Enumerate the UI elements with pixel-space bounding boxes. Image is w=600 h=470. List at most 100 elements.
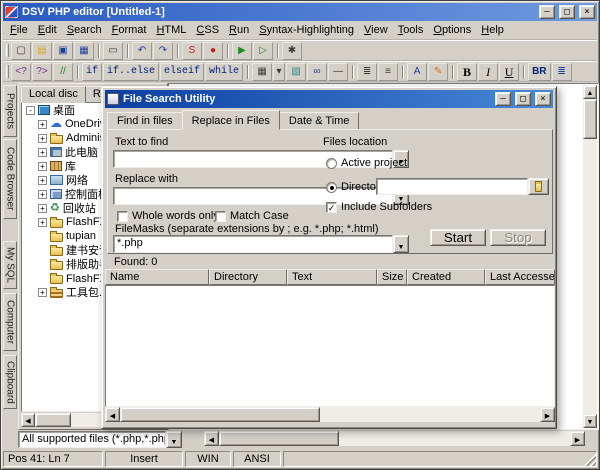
results-column-header[interactable]: Name	[105, 269, 209, 285]
results-column-header[interactable]: Last Accessed	[485, 269, 555, 285]
undo-button[interactable]: ↶	[132, 42, 152, 60]
numbered-list-button[interactable]: ≡	[378, 63, 398, 81]
menu-item[interactable]: Tools	[393, 22, 429, 38]
menu-item[interactable]: Edit	[33, 22, 62, 38]
tree-expander-icon[interactable]: +	[38, 288, 47, 297]
tree-expander-icon[interactable]: +	[38, 134, 47, 143]
dialog-tab[interactable]: Replace in Files	[182, 110, 280, 130]
dialog-titlebar[interactable]: File Search Utility — □ ×	[105, 90, 553, 108]
dialog-maximize-button[interactable]: □	[515, 92, 531, 106]
save-all-button[interactable]: ▦	[74, 42, 94, 60]
if-button[interactable]: if	[82, 63, 102, 81]
if-else-button[interactable]: if..else	[103, 63, 159, 81]
file-browser-tab[interactable]: Local disc	[21, 86, 86, 103]
while-button[interactable]: while	[205, 63, 243, 81]
tree-expander-icon[interactable]: +	[38, 176, 47, 185]
menu-item[interactable]: File	[5, 22, 33, 38]
run-button[interactable]: ▶	[232, 42, 252, 60]
menu-item[interactable]: Help	[476, 22, 509, 38]
results-list[interactable]	[105, 285, 555, 407]
dialog-close-button[interactable]: ×	[535, 92, 551, 106]
bullet-list-button[interactable]: ≣	[357, 63, 377, 81]
results-column-header[interactable]: Text	[287, 269, 377, 285]
menu-item[interactable]: Syntax-Highlighting	[254, 22, 359, 38]
tree-expander-icon[interactable]: +	[38, 204, 47, 213]
dialog-tab[interactable]: Date & Time	[279, 112, 360, 130]
active-project-radio[interactable]: Active project	[326, 157, 407, 169]
menu-item[interactable]: HTML	[151, 22, 191, 38]
scroll-left-button[interactable]	[105, 407, 120, 422]
elseif-button[interactable]: elseif	[160, 63, 204, 81]
minimize-button[interactable]: —	[539, 5, 555, 19]
comment-button[interactable]: //	[53, 63, 73, 81]
tree-expander-icon[interactable]: +	[38, 190, 47, 199]
scroll-thumb[interactable]	[35, 413, 71, 427]
php-close-tag-button[interactable]: ?>	[32, 63, 52, 81]
results-column-header[interactable]: Created	[407, 269, 485, 285]
side-tab[interactable]: Computer	[3, 293, 17, 351]
php-open-tag-button[interactable]: <?	[11, 63, 31, 81]
include-subfolders-checkbox[interactable]: Include Subfolders	[326, 201, 432, 213]
scroll-track[interactable]	[219, 431, 570, 446]
start-button[interactable]: Start	[430, 229, 486, 246]
scroll-thumb[interactable]	[219, 431, 339, 446]
editor-horizontal-scrollbar[interactable]	[204, 431, 585, 446]
new-file-button[interactable]: ▢	[11, 42, 31, 60]
menu-item[interactable]: Format	[107, 22, 152, 38]
scroll-right-button[interactable]	[570, 431, 585, 446]
underline-button[interactable]: U	[499, 63, 519, 81]
preview-in-browser-button[interactable]: ▷	[253, 42, 273, 60]
results-horizontal-scrollbar[interactable]	[105, 407, 555, 422]
resize-grip[interactable]	[584, 454, 596, 466]
horizontal-rule-button[interactable]: —	[328, 63, 348, 81]
file-filter-dropdown-button[interactable]	[166, 431, 182, 448]
menu-item[interactable]: Search	[62, 22, 107, 38]
directory-input[interactable]	[376, 178, 528, 195]
tree-expander-icon[interactable]: -	[26, 106, 35, 115]
dialog-minimize-button[interactable]: —	[495, 92, 511, 106]
scroll-down-button[interactable]	[583, 414, 597, 428]
scroll-track[interactable]	[583, 99, 597, 414]
menu-item[interactable]: Options	[428, 22, 476, 38]
spell-check-button[interactable]: S	[182, 42, 202, 60]
record-macro-button[interactable]: ●	[203, 42, 223, 60]
insert-table-button[interactable]: ▦	[252, 63, 272, 81]
whole-words-only-checkbox[interactable]: Whole words only	[117, 210, 219, 222]
open-file-button[interactable]: ▤	[32, 42, 52, 60]
menu-item[interactable]: Run	[224, 22, 254, 38]
side-tab[interactable]: My SQL	[3, 241, 17, 289]
dialog-tab[interactable]: Find in files	[107, 112, 183, 130]
editor-vertical-scrollbar[interactable]	[583, 85, 597, 428]
highlight-button[interactable]: ✎	[428, 63, 448, 81]
side-tab[interactable]: Clipboard	[3, 355, 17, 409]
line-break-button[interactable]: BR	[528, 63, 550, 81]
bold-button[interactable]: B	[457, 63, 477, 81]
side-tab[interactable]: Code Browser	[3, 139, 17, 219]
table-menu-button[interactable]: ▾	[273, 63, 285, 81]
match-case-checkbox[interactable]: Match Case	[215, 210, 289, 222]
insert-image-button[interactable]: ▧	[286, 63, 306, 81]
scroll-left-button[interactable]	[204, 431, 219, 446]
tree-expander-icon[interactable]: +	[38, 148, 47, 157]
filemasks-dropdown-button[interactable]	[393, 235, 409, 253]
side-tab[interactable]: Projects	[3, 85, 17, 137]
maximize-button[interactable]: □	[559, 5, 575, 19]
browse-directory-button[interactable]	[528, 178, 549, 195]
results-column-header[interactable]: Size	[377, 269, 407, 285]
close-button[interactable]: ×	[579, 5, 595, 19]
tree-expander-icon[interactable]: +	[38, 120, 47, 129]
italic-button[interactable]: I	[478, 63, 498, 81]
scroll-thumb[interactable]	[583, 99, 597, 139]
toolbar-gripper[interactable]	[6, 44, 9, 57]
window-titlebar[interactable]: DSV PHP editor [Untitled-1] — □ ×	[3, 3, 597, 21]
scroll-right-button[interactable]	[540, 407, 555, 422]
toolbar-gripper[interactable]	[6, 65, 9, 78]
font-color-button[interactable]: A	[407, 63, 427, 81]
insert-link-button[interactable]: ∞	[307, 63, 327, 81]
scroll-thumb[interactable]	[120, 407, 320, 422]
print-button[interactable]: ▭	[103, 42, 123, 60]
scroll-up-button[interactable]	[583, 85, 597, 99]
redo-button[interactable]: ↷	[153, 42, 173, 60]
file-filter-value[interactable]: All supported files (*.php,*.php2	[18, 431, 166, 448]
menu-item[interactable]: View	[359, 22, 393, 38]
